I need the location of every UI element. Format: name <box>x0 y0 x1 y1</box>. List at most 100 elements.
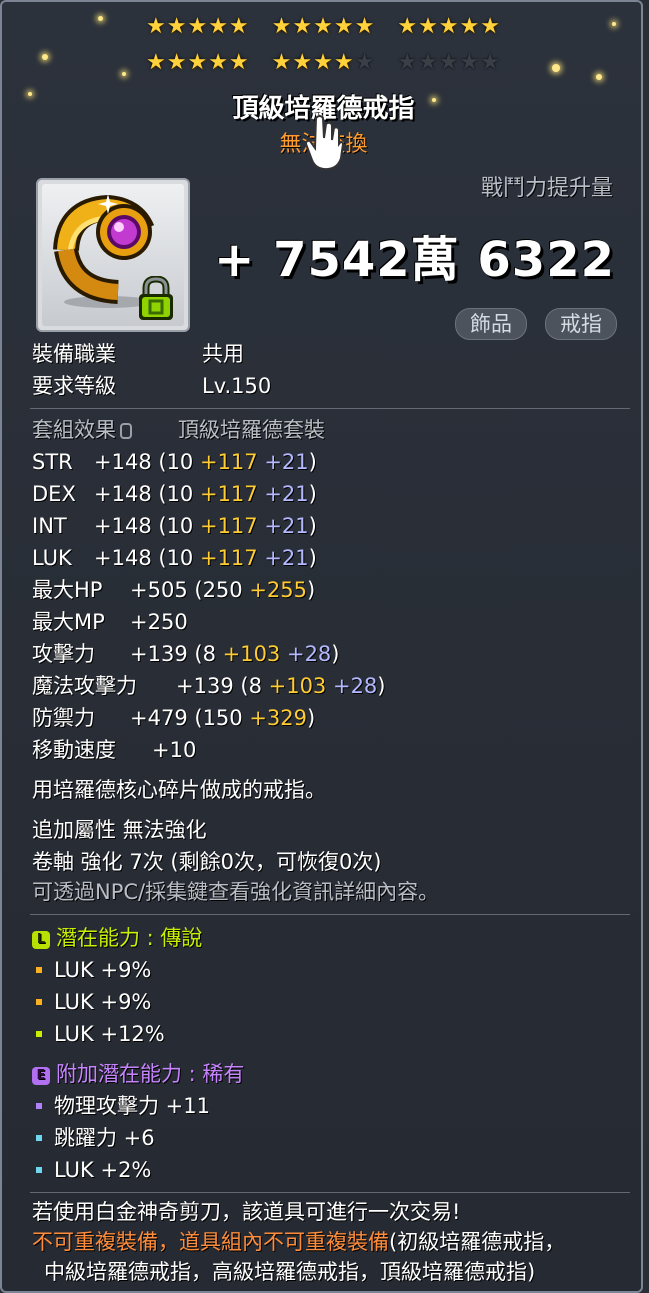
bullet-icon <box>36 1030 42 1037</box>
hand-cursor-icon <box>304 115 344 171</box>
stat-row: 移動速度 +10 <box>32 736 196 764</box>
stat-total: +148 <box>94 482 152 506</box>
bullet-icon <box>36 998 42 1005</box>
divider <box>30 408 630 409</box>
stat-base: (150 <box>194 706 250 730</box>
potential-line-text: LUK +9% <box>54 958 152 982</box>
stat-bonus: +117 <box>199 450 258 474</box>
star-icon: ★ <box>313 14 334 39</box>
divider <box>30 914 630 915</box>
star-icon: ★ <box>271 14 293 39</box>
stat-close: ) <box>307 706 316 730</box>
stat-name: LUK <box>32 546 72 570</box>
stat-base: (250 <box>194 578 250 602</box>
stat-enhance: +21 <box>257 450 309 474</box>
potential-line: LUK +12% <box>28 1020 165 1048</box>
stat-close: ) <box>307 578 316 602</box>
req-level: 要求等級 Lv.150 <box>32 372 271 400</box>
set-effect-name: 頂級培羅德套裝 <box>178 418 325 442</box>
stat-name: INT <box>32 514 67 538</box>
stat-total: +479 <box>130 706 188 730</box>
stat-total: +148 <box>94 450 152 474</box>
star-icon: ★ <box>292 50 314 75</box>
star-icon: ★ <box>354 14 376 39</box>
req-level-value: Lv.150 <box>202 374 272 398</box>
tag-category: 飾品 <box>455 308 527 340</box>
stat-total: +250 <box>130 610 188 634</box>
star-icon: ★ <box>292 14 314 39</box>
stat-close: ) <box>308 482 317 506</box>
star-icon: ★ <box>459 14 481 39</box>
star-icon: ★ <box>187 14 209 39</box>
stat-name: 攻擊力 <box>32 642 95 666</box>
stat-row: 防禦力 +479 (150 +329) <box>32 704 315 732</box>
stat-bonus: +255 <box>249 578 308 602</box>
bullet-icon <box>36 1102 42 1109</box>
potential-header: L 潛在能力 : 傳說 <box>32 924 202 952</box>
star-icon: ★ <box>208 14 229 39</box>
star-icon: ★ <box>418 50 439 75</box>
stat-name: STR <box>32 450 73 474</box>
item-description: 用培羅德核心碎片做成的戒指。 <box>32 778 326 802</box>
stat-base: (10 <box>158 514 200 538</box>
req-job-value: 共用 <box>202 342 244 366</box>
stat-bonus: +117 <box>199 514 258 538</box>
stat-close: ) <box>377 674 386 698</box>
potential-line: 跳躍力 +6 <box>28 1124 155 1152</box>
stat-total: +148 <box>94 546 152 570</box>
star-icon: ★ <box>397 14 419 39</box>
stat-enhance: +28 <box>326 674 378 698</box>
potential-line-text: LUK +2% <box>54 1158 152 1182</box>
stat-name: 最大HP <box>32 578 103 602</box>
stat-enhance: +21 <box>257 482 309 506</box>
potential-line-text: LUK +12% <box>54 1022 165 1046</box>
star-icon: ★ <box>187 50 209 75</box>
stat-close: ) <box>308 450 317 474</box>
stat-enhance: +28 <box>280 642 332 666</box>
star-icon: ★ <box>166 14 188 39</box>
item-icon-frame <box>36 178 190 332</box>
bullet-icon <box>36 1166 42 1173</box>
stat-total: +10 <box>152 738 197 762</box>
stat-name: 移動速度 <box>32 738 116 762</box>
additional-potential-header: E 附加潛在能力 : 稀有 <box>32 1060 244 1088</box>
tag-subcategory: 戒指 <box>545 308 617 340</box>
stat-base: (10 <box>158 482 200 506</box>
star-force-row-2: ★★★★★ ★★★★★ ★★★★★ <box>2 50 641 76</box>
stat-bonus: +117 <box>199 482 258 506</box>
enhance-scroll: 卷軸 強化 7次 (剩餘0次，可恢復0次) <box>32 850 382 874</box>
potential-line-text: 物理攻擊力 +11 <box>54 1094 210 1118</box>
star-icon: ★ <box>228 50 250 75</box>
star-icon: ★ <box>166 50 188 75</box>
bullet-icon <box>36 966 42 973</box>
star-force-row-1: ★★★★★ ★★★★★ ★★★★★ <box>2 14 641 40</box>
star-icon: ★ <box>397 50 419 75</box>
legendary-badge-icon: L <box>32 931 50 949</box>
stat-close: ) <box>308 546 317 570</box>
potential-line-text: 跳躍力 +6 <box>54 1126 155 1150</box>
stat-name: 魔法攻擊力 <box>32 674 137 698</box>
stat-total: +148 <box>94 514 152 538</box>
star-icon: ★ <box>418 14 439 39</box>
stat-base: (10 <box>158 450 200 474</box>
star-icon: ★ <box>438 14 460 39</box>
stat-bonus: +117 <box>199 546 258 570</box>
star-icon: ★ <box>480 50 501 75</box>
stat-total: +139 <box>130 642 188 666</box>
star-icon: ★ <box>208 50 229 75</box>
set-effect: 套組效果 頂級培羅德套裝 <box>32 416 325 444</box>
lock-icon <box>120 423 132 439</box>
potential-line-text: LUK +9% <box>54 990 152 1014</box>
stat-bonus: +329 <box>249 706 308 730</box>
stat-row: 魔法攻擊力 +139 (8 +103 +28) <box>32 672 386 700</box>
stat-bonus: +103 <box>268 674 327 698</box>
stat-total: +505 <box>130 578 188 602</box>
equip-restriction: 不可重複裝備，道具組內不可重複裝備(初級培羅德戒指， <box>32 1228 565 1256</box>
enhance-hint: 可透過NPC/採集鍵查看強化資訊詳細內容。 <box>32 880 440 904</box>
potential-line: LUK +2% <box>28 1156 151 1184</box>
stat-row: STR +148 (10 +117 +21) <box>32 448 317 476</box>
stat-base: (8 <box>194 642 223 666</box>
stat-row: DEX +148 (10 +117 +21) <box>32 480 317 508</box>
combat-power-label: 戰鬥力提升量 <box>480 176 613 201</box>
req-job: 裝備職業 共用 <box>32 340 244 368</box>
